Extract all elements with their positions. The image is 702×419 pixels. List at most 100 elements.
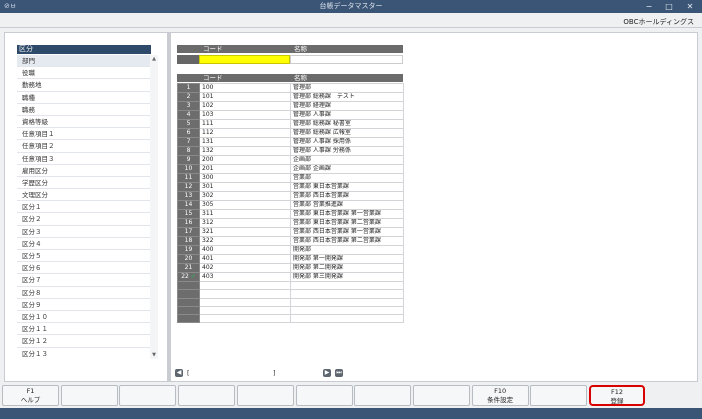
name-cell[interactable]: 営業部 西日本営業課 第二営業課 bbox=[290, 236, 404, 246]
category-item[interactable]: 部門 bbox=[17, 55, 153, 68]
code-cell[interactable]: 111 bbox=[199, 119, 291, 129]
function-key-button[interactable] bbox=[295, 385, 353, 406]
code-cell[interactable]: 131 bbox=[199, 137, 291, 147]
function-key-button[interactable] bbox=[354, 385, 412, 406]
name-cell[interactable]: 開発部 第三開発課 bbox=[290, 272, 404, 282]
code-cell[interactable]: 300 bbox=[199, 173, 291, 183]
table-row[interactable]: 12 301 営業部 東日本営業課 bbox=[177, 182, 404, 192]
category-item[interactable]: 区分１１ bbox=[17, 323, 153, 336]
function-key-button[interactable] bbox=[530, 385, 588, 406]
table-row[interactable]: 4 103 管理部 人事課 bbox=[177, 110, 404, 120]
f1-button[interactable]: F1 ヘルプ bbox=[2, 385, 59, 406]
category-item[interactable]: 区分５ bbox=[17, 250, 153, 263]
f12-button[interactable]: F12 登録 bbox=[589, 385, 645, 406]
name-cell[interactable]: 営業部 西日本営業課 第一営業課 bbox=[290, 227, 404, 237]
code-cell[interactable]: 112 bbox=[199, 128, 291, 138]
maximize-icon[interactable]: □ bbox=[660, 0, 678, 13]
function-key-button[interactable] bbox=[236, 385, 294, 406]
table-row[interactable]: 8 132 管理部 人事課 労務係 bbox=[177, 146, 404, 156]
code-cell[interactable]: 200 bbox=[199, 155, 291, 165]
name-cell[interactable]: 管理部 総務課 テスト bbox=[290, 92, 404, 102]
name-cell[interactable]: 開発部 bbox=[290, 245, 404, 255]
category-list-scrollbar[interactable]: ▲ ▼ bbox=[150, 55, 158, 359]
name-cell[interactable]: 開発部 第一開発課 bbox=[290, 254, 404, 264]
panel-splitter[interactable] bbox=[167, 33, 171, 381]
category-item[interactable]: 職務 bbox=[17, 104, 153, 116]
name-cell[interactable]: 営業部 東日本営業課 第二営業課 bbox=[290, 218, 404, 228]
category-item[interactable]: 雇用区分 bbox=[17, 165, 153, 177]
category-item[interactable]: 区分６ bbox=[17, 262, 153, 275]
table-row[interactable]: 5 111 管理部 総務課 秘書室 bbox=[177, 119, 404, 129]
code-cell[interactable]: 321 bbox=[199, 227, 291, 237]
category-item[interactable]: 資格等級 bbox=[17, 116, 153, 129]
name-cell[interactable]: 営業部 営業推進課 bbox=[290, 200, 404, 210]
table-row[interactable]: 7 131 管理部 人事課 採用係 bbox=[177, 137, 404, 147]
category-item[interactable]: 勤務地 bbox=[17, 79, 153, 92]
empty-table-row[interactable] bbox=[177, 280, 404, 291]
code-cell[interactable]: 102 bbox=[199, 101, 291, 111]
table-row[interactable]: 22 ✔ 403 開発部 第三開発課 bbox=[177, 272, 404, 282]
table-row[interactable]: 14 305 営業部 営業推進課 bbox=[177, 200, 404, 210]
category-item[interactable]: 文理区分 bbox=[17, 189, 153, 202]
table-row[interactable]: 13 302 営業部 西日本営業課 bbox=[177, 191, 404, 201]
code-cell[interactable]: 401 bbox=[199, 254, 291, 264]
table-row[interactable]: 21 402 開発部 第二開発課 bbox=[177, 263, 404, 273]
category-item[interactable]: 区分３ bbox=[17, 226, 153, 238]
function-key-button[interactable] bbox=[412, 385, 470, 406]
empty-table-row[interactable] bbox=[177, 314, 404, 324]
scroll-down-icon[interactable]: ▼ bbox=[150, 351, 158, 359]
scroll-up-icon[interactable]: ▲ bbox=[150, 55, 158, 63]
table-row[interactable]: 17 321 営業部 西日本営業課 第一営業課 bbox=[177, 227, 404, 237]
empty-table-row[interactable] bbox=[177, 289, 404, 299]
category-item[interactable]: 区分１３ bbox=[17, 348, 153, 359]
table-row[interactable]: 6 112 管理部 総務課 広報室 bbox=[177, 128, 404, 138]
table-row[interactable]: 19 400 開発部 bbox=[177, 245, 404, 255]
category-item[interactable]: 任意項目１ bbox=[17, 128, 153, 141]
category-item[interactable]: 役職 bbox=[17, 67, 153, 80]
category-item[interactable]: 区分７ bbox=[17, 274, 153, 287]
code-cell[interactable]: 305 bbox=[199, 200, 291, 210]
minimize-icon[interactable]: − bbox=[640, 0, 658, 13]
category-item[interactable]: 学歴区分 bbox=[17, 177, 153, 190]
table-row[interactable]: 11 300 営業部 bbox=[177, 173, 404, 183]
category-item[interactable]: 区分４ bbox=[17, 238, 153, 250]
name-cell[interactable]: 管理部 人事課 採用係 bbox=[290, 137, 404, 147]
category-item[interactable]: 区分２ bbox=[17, 213, 153, 226]
category-item[interactable]: 区分１ bbox=[17, 201, 153, 214]
table-row[interactable]: 20 401 開発部 第一開発課 bbox=[177, 254, 404, 264]
empty-table-row[interactable] bbox=[177, 297, 404, 307]
table-row[interactable]: 15 311 営業部 東日本営業課 第一営業課 bbox=[177, 209, 404, 219]
name-cell[interactable]: 管理部 bbox=[290, 83, 404, 93]
category-item[interactable]: 区分９ bbox=[17, 299, 153, 311]
code-cell[interactable]: 302 bbox=[199, 191, 291, 201]
code-cell[interactable]: 322 bbox=[199, 236, 291, 246]
code-cell[interactable]: 400 bbox=[199, 245, 291, 255]
table-row[interactable]: 18 322 営業部 西日本営業課 第二営業課 bbox=[177, 236, 404, 246]
category-list[interactable]: 部門 役職 勤務地 職種 職務 資格等級 任意項目１ 任意項目２ 任意項目３ 雇用区分 学歴区分 文理… bbox=[17, 55, 153, 359]
category-item[interactable]: 区分１０ bbox=[17, 311, 153, 324]
table-row[interactable]: 2 101 管理部 総務課 テスト bbox=[177, 92, 404, 102]
code-cell[interactable]: 312 bbox=[199, 218, 291, 228]
code-cell[interactable]: 132 bbox=[199, 146, 291, 156]
last-page-button[interactable]: ⏭ bbox=[335, 369, 343, 377]
code-cell[interactable]: 100 bbox=[199, 83, 291, 93]
name-cell[interactable]: 管理部 人事課 労務係 bbox=[290, 146, 404, 156]
table-row[interactable]: 9 200 企画部 bbox=[177, 155, 404, 165]
code-cell[interactable]: 103 bbox=[199, 110, 291, 120]
code-cell[interactable]: 201 bbox=[199, 164, 291, 174]
name-cell[interactable]: 管理部 人事課 bbox=[290, 110, 404, 120]
table-row[interactable]: 1 100 管理部 bbox=[177, 83, 404, 93]
name-cell[interactable]: 管理部 総務課 広報室 bbox=[290, 128, 404, 138]
table-row[interactable]: 16 312 営業部 東日本営業課 第二営業課 bbox=[177, 218, 404, 228]
name-cell[interactable]: 企画部 bbox=[290, 155, 404, 165]
category-item[interactable]: 任意項目２ bbox=[17, 140, 153, 153]
code-search-input[interactable] bbox=[199, 55, 290, 64]
name-cell[interactable]: 営業部 bbox=[290, 173, 404, 183]
prev-page-button[interactable]: ◀ bbox=[175, 369, 183, 377]
name-cell[interactable]: 営業部 東日本営業課 第一営業課 bbox=[290, 209, 404, 219]
name-cell[interactable]: 営業部 西日本営業課 bbox=[290, 191, 404, 201]
name-cell[interactable]: 営業部 東日本営業課 bbox=[290, 182, 404, 192]
category-item[interactable]: 区分８ bbox=[17, 287, 153, 299]
next-page-button[interactable]: ▶ bbox=[323, 369, 331, 377]
name-cell[interactable]: 管理部 総務課 秘書室 bbox=[290, 119, 404, 129]
